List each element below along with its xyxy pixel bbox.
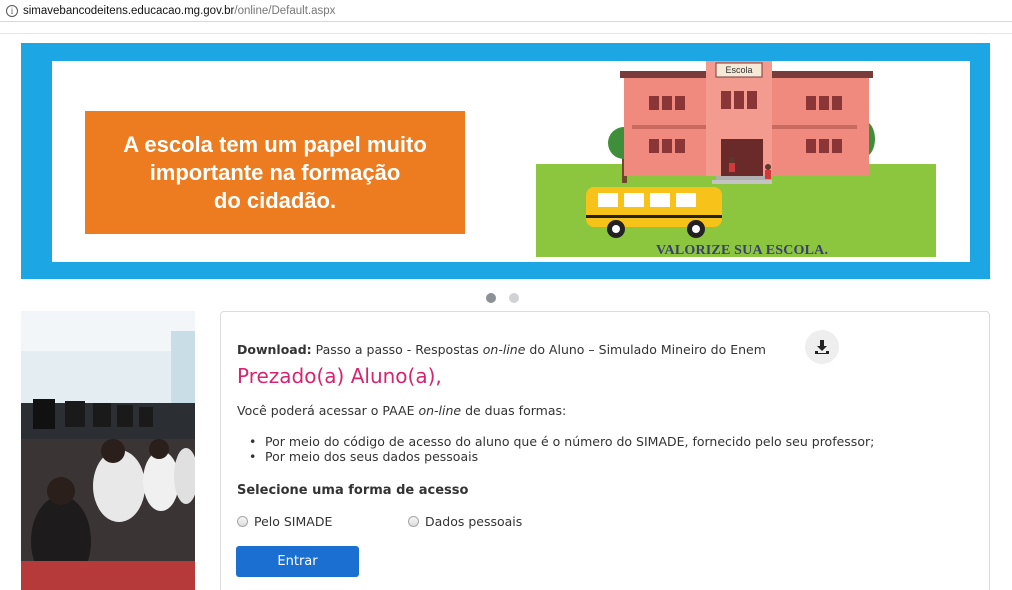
info-icon[interactable]: i: [6, 4, 18, 17]
address-bar[interactable]: i simavebancodeitens.educacao.mg.gov.br /…: [0, 0, 1012, 22]
download-text: Passo a passo - Respostas: [311, 342, 483, 357]
radio-label: Dados pessoais: [425, 514, 523, 529]
carousel-dot-2[interactable]: [509, 293, 519, 303]
radio-simade[interactable]: Pelo SIMADE: [237, 514, 332, 529]
school-illustration: Escola: [536, 61, 936, 257]
download-icon: [815, 340, 829, 354]
intro-pre: Você poderá acessar o PAAE: [237, 403, 419, 418]
download-text-italic: on-line: [482, 342, 526, 357]
banner-tagline: VALORIZE SUA ESCOLA.: [656, 243, 829, 258]
access-methods-list: Por meio do código de acesso do aluno qu…: [249, 434, 874, 464]
divider: [0, 33, 1012, 34]
radio-label: Pelo SIMADE: [254, 514, 333, 529]
list-item: Por meio dos seus dados pessoais: [249, 449, 874, 464]
download-line[interactable]: Download: Passo a passo - Respostas on-l…: [237, 342, 766, 357]
access-card: Download: Passo a passo - Respostas on-l…: [220, 311, 990, 590]
carousel-dot-1[interactable]: [486, 293, 496, 303]
download-button[interactable]: [805, 330, 839, 364]
radio-button[interactable]: [237, 516, 248, 527]
url-path: /online/Default.aspx: [234, 4, 336, 17]
computer-lab-photo: [21, 311, 195, 590]
school-sign-label: Escola: [725, 65, 752, 75]
banner-content: A escola tem um papel muito importante n…: [52, 61, 970, 262]
carousel-indicators: [486, 293, 519, 303]
select-access-heading: Selecione uma forma de acesso: [237, 483, 469, 498]
enter-button[interactable]: Entrar: [236, 546, 359, 577]
download-text-post: do Aluno – Simulado Mineiro do Enem: [525, 342, 766, 357]
url-host: simavebancodeitens.educacao.mg.gov.br: [23, 4, 235, 17]
list-item: Por meio do código de acesso do aluno qu…: [249, 434, 874, 449]
banner-slogan: A escola tem um papel muito importante n…: [85, 111, 465, 234]
intro-post: de duas formas:: [461, 403, 567, 418]
radio-button[interactable]: [408, 516, 419, 527]
banner-slide[interactable]: A escola tem um papel muito importante n…: [21, 43, 990, 279]
intro-text: Você poderá acessar o PAAE on-line de du…: [237, 403, 566, 418]
intro-italic: on-line: [418, 403, 462, 418]
download-label: Download:: [237, 342, 312, 357]
greeting-heading: Prezado(a) Aluno(a),: [237, 364, 442, 388]
radio-dados-pessoais[interactable]: Dados pessoais: [408, 514, 522, 529]
